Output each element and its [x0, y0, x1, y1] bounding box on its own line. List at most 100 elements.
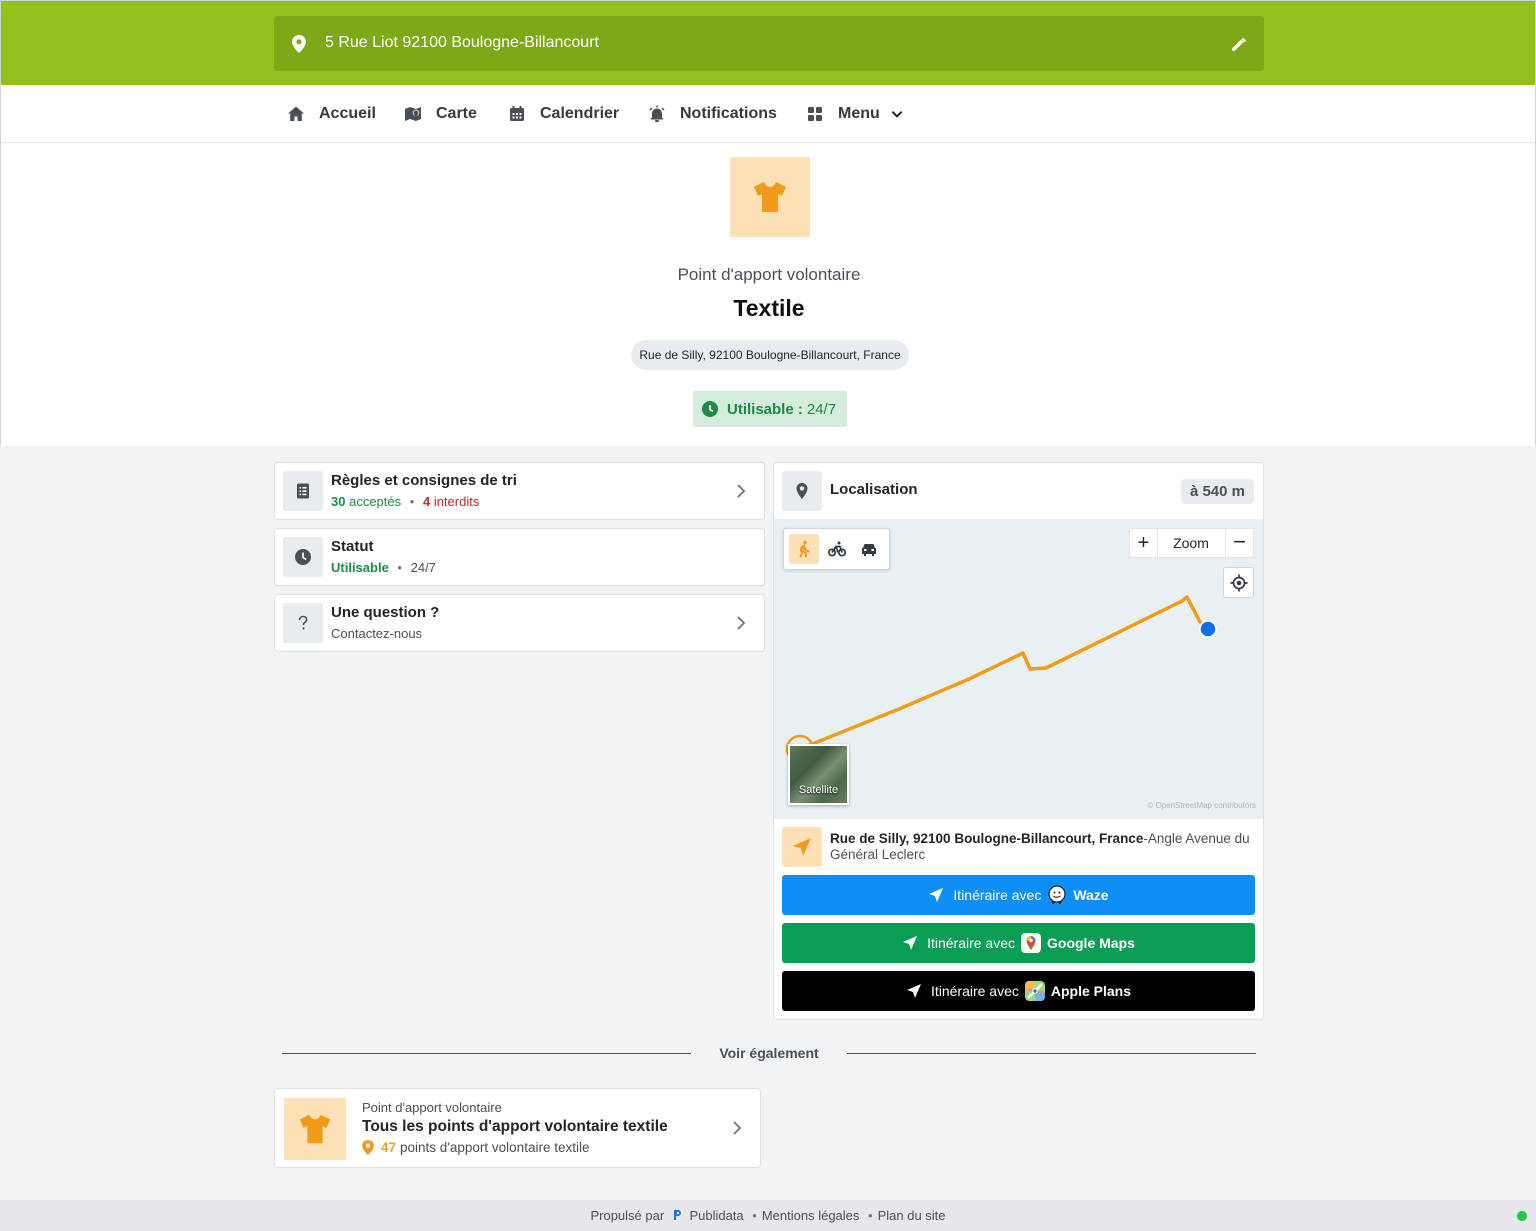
related-count-label: points d'apport volontaire textile	[400, 1140, 590, 1155]
satellite-label: Satellite	[798, 784, 839, 796]
nav-calendrier[interactable]: Calendrier	[508, 85, 619, 143]
rules-title: Règles et consignes de tri	[331, 472, 517, 489]
related-category-tile	[284, 1098, 346, 1160]
publidata-link[interactable]: Publidata	[689, 1208, 743, 1223]
crosshair-icon	[1230, 574, 1247, 591]
status-badge: Utilisable : 24/7	[693, 391, 847, 427]
nav-notifications[interactable]: Notifications	[648, 85, 777, 143]
status-summary: Utilisable • 24/7	[331, 560, 436, 575]
waze-icon	[1048, 885, 1066, 904]
alarm-bell-icon	[649, 105, 665, 122]
grid-icon	[808, 107, 822, 121]
nav-menu[interactable]: Menu	[806, 85, 904, 143]
current-position-marker	[1199, 620, 1217, 638]
status-label: Utilisable :	[727, 400, 803, 418]
nav-label: Carte	[436, 105, 477, 122]
navigation-arrow-icon	[929, 888, 944, 902]
status-icon-tile	[283, 537, 323, 577]
point-title: Textile	[733, 295, 805, 321]
distance-badge: à 540 m	[1180, 479, 1254, 504]
waze-route-button[interactable]: Itinéraire avec Waze	[782, 875, 1255, 915]
address-selector[interactable]: 5 Rue Liot 92100 Boulogne-Billancourt	[274, 16, 1264, 71]
location-address: Rue de Silly, 92100 Boulogne-Billancourt…	[830, 831, 1250, 863]
apple-plans-route-button[interactable]: Itinéraire avec Apple Plans	[782, 971, 1255, 1011]
location-icon-tile	[782, 471, 822, 511]
mode-bike[interactable]	[822, 534, 852, 564]
chevron-right-icon	[737, 616, 746, 630]
legal-link[interactable]: Mentions légales	[762, 1208, 860, 1223]
top-header: 5 Rue Liot 92100 Boulogne-Billancourt	[0, 0, 1536, 85]
location-pin-icon	[292, 35, 306, 53]
walking-icon	[799, 540, 810, 558]
locate-me-button[interactable]	[1223, 567, 1254, 598]
navigation-arrow-icon	[903, 936, 918, 950]
mode-car[interactable]	[854, 534, 884, 564]
clock-icon	[702, 401, 718, 417]
related-count: 47	[381, 1140, 397, 1155]
accepted-count: 30	[331, 494, 346, 509]
direction-icon-tile	[782, 827, 822, 867]
mode-walk[interactable]	[789, 534, 819, 564]
point-hero: Point d'apport volontaire Textile Rue de…	[0, 143, 1536, 446]
chevron-right-icon	[733, 1121, 742, 1135]
nav-label: Notifications	[680, 105, 777, 122]
related-title: Tous les points d'apport volontaire text…	[362, 1118, 668, 1135]
home-icon	[288, 106, 304, 121]
rules-card[interactable]: Règles et consignes de tri 30 acceptés •…	[274, 462, 765, 520]
route-prefix: Itinéraire avec	[930, 983, 1019, 999]
divider-right	[847, 1053, 1256, 1054]
main-nav: Accueil Carte Calendrier Notifications M…	[0, 85, 1536, 143]
calendar-icon	[510, 106, 524, 121]
zoom-out-button[interactable]: −	[1225, 529, 1253, 557]
rules-icon-tile	[283, 471, 323, 511]
bicycle-icon	[828, 541, 846, 557]
location-card: Localisation à 540 m + Zoom − Satellite …	[773, 462, 1264, 1020]
location-title: Localisation	[830, 481, 918, 498]
apple-plans-icon	[1024, 981, 1045, 1001]
location-pin-icon	[796, 483, 808, 499]
question-card[interactable]: Une question ? Contactez-nous	[274, 594, 765, 652]
route-map[interactable]: + Zoom − Satellite © OpenStreetMap contr…	[774, 519, 1263, 819]
location-address-main: Rue de Silly, 92100 Boulogne-Billancourt…	[830, 831, 1144, 846]
clock-icon	[295, 549, 311, 565]
navigation-arrow-icon	[906, 984, 921, 998]
zoom-control: + Zoom −	[1129, 528, 1254, 558]
online-status-indicator	[1517, 1211, 1527, 1221]
location-header: Localisation à 540 m	[774, 463, 1263, 519]
route-app: Google Maps	[1047, 935, 1135, 951]
status-state: Utilisable	[331, 560, 389, 575]
route-prefix: Itinéraire avec	[927, 935, 1016, 951]
chevron-right-icon	[737, 484, 746, 498]
question-mark-icon	[298, 615, 308, 630]
accepted-label: acceptés	[349, 494, 402, 509]
related-point-card[interactable]: Point d'apport volontaire Tous les point…	[274, 1088, 761, 1168]
nav-carte[interactable]: Carte	[404, 85, 477, 143]
map-attribution: © OpenStreetMap contributors	[1147, 801, 1256, 810]
divider-left	[282, 1053, 691, 1054]
related-count-line: 47 points d'apport volontaire textile	[362, 1140, 589, 1155]
point-address-badge: Rue de Silly, 92100 Boulogne-Billancourt…	[631, 340, 909, 370]
route-prefix: Itinéraire avec	[953, 887, 1042, 903]
rules-summary: 30 acceptés • 4 interdits	[331, 494, 480, 509]
contact-link[interactable]: Contactez-nous	[331, 626, 422, 641]
sitemap-link[interactable]: Plan du site	[878, 1208, 946, 1223]
question-icon-tile	[283, 603, 323, 643]
satellite-toggle[interactable]: Satellite	[788, 744, 849, 805]
nav-label: Calendrier	[540, 105, 620, 122]
status-hours: 24/7	[410, 560, 436, 575]
nav-label: Accueil	[319, 105, 376, 122]
forbidden-label: interdits	[433, 494, 480, 509]
status-value: 24/7	[806, 400, 837, 418]
tshirt-icon	[754, 182, 786, 212]
route-app: Apple Plans	[1050, 983, 1132, 999]
nav-label: Menu	[838, 105, 880, 122]
zoom-in-button[interactable]: +	[1130, 529, 1158, 557]
chevron-down-icon	[891, 110, 903, 118]
google-maps-route-button[interactable]: Itinéraire avec Google Maps	[782, 923, 1255, 963]
location-address-row: Rue de Silly, 92100 Boulogne-Billancourt…	[774, 819, 1263, 875]
route-app: Waze	[1073, 887, 1109, 903]
tshirt-icon	[299, 1114, 331, 1144]
status-card: Statut Utilisable • 24/7	[274, 528, 765, 586]
pencil-icon[interactable]	[1230, 35, 1248, 53]
nav-accueil[interactable]: Accueil	[287, 85, 376, 143]
